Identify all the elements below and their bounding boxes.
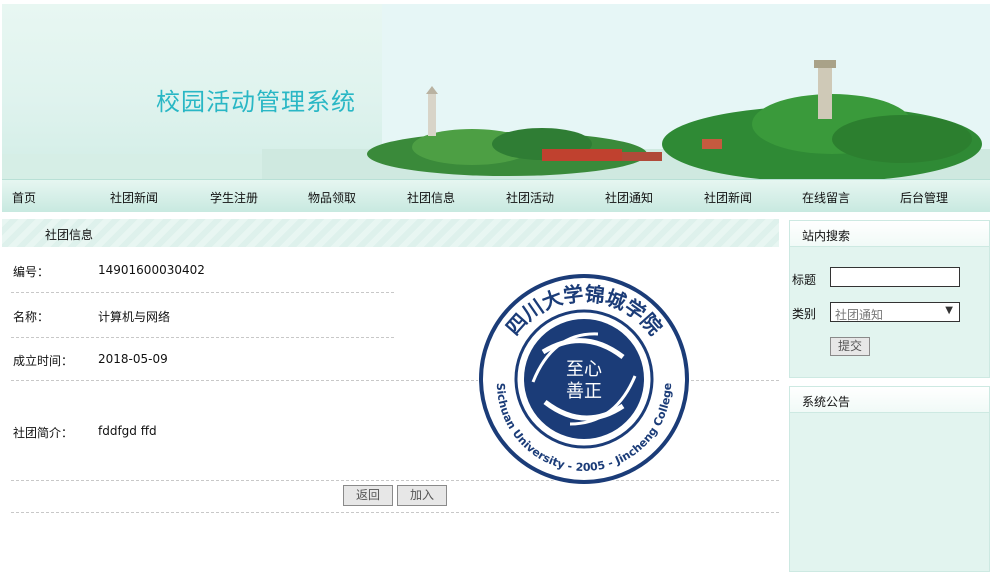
nav-club-activity[interactable]: 社团活动 bbox=[506, 189, 554, 206]
field-intro-label: 社团简介： bbox=[13, 426, 74, 440]
nav-online-message[interactable]: 在线留言 bbox=[802, 189, 850, 206]
logo-center-top: 至心 bbox=[566, 359, 602, 380]
logo-center-bottom: 善正 bbox=[566, 381, 602, 402]
dropdown-arrow-icon: ▼ bbox=[945, 305, 953, 316]
panel-header: 社团信息 bbox=[2, 219, 779, 247]
field-id-value: 14901600030402 bbox=[98, 263, 205, 277]
search-box-header: 站内搜索 bbox=[790, 221, 989, 247]
divider bbox=[11, 337, 394, 338]
banner-landscape-image bbox=[2, 4, 990, 179]
site-search-box: 站内搜索 标题 类别 社团通知 ▼ 提交 bbox=[789, 220, 990, 378]
notice-box-header: 系统公告 bbox=[790, 387, 989, 413]
nav-club-news-2[interactable]: 社团新闻 bbox=[704, 189, 752, 206]
system-notice-box: 系统公告 bbox=[789, 386, 990, 572]
join-button[interactable]: 加入 bbox=[397, 485, 447, 506]
search-category-select[interactable]: 社团通知 ▼ bbox=[830, 302, 960, 322]
field-founded-label: 成立时间： bbox=[13, 354, 74, 368]
nav-club-info[interactable]: 社团信息 bbox=[407, 189, 455, 206]
search-title-input[interactable] bbox=[830, 267, 960, 287]
field-intro-value: fddfgd ffd bbox=[98, 424, 157, 438]
divider bbox=[11, 512, 779, 513]
divider bbox=[11, 292, 394, 293]
search-box-title: 站内搜索 bbox=[802, 229, 851, 243]
college-seal-icon: 四川大学锦城学院 Sichuan University - 2005 - Jin… bbox=[478, 273, 690, 485]
college-logo: 四川大学锦城学院 Sichuan University - 2005 - Jin… bbox=[473, 272, 695, 486]
panel-title: 社团信息 bbox=[45, 228, 94, 242]
main-navigation: 首页 社团新闻 学生注册 物品领取 社团信息 社团活动 社团通知 社团新闻 在线… bbox=[2, 179, 990, 212]
nav-home[interactable]: 首页 bbox=[12, 189, 36, 206]
notice-box-title: 系统公告 bbox=[802, 395, 851, 409]
field-id-label: 编号： bbox=[13, 265, 50, 279]
nav-student-register[interactable]: 学生注册 bbox=[210, 189, 258, 206]
nav-club-news[interactable]: 社团新闻 bbox=[110, 189, 158, 206]
nav-item-pickup[interactable]: 物品领取 bbox=[308, 189, 356, 206]
site-title: 校园活动管理系统 bbox=[156, 88, 356, 116]
field-name-label: 名称： bbox=[13, 310, 50, 324]
search-category-value: 社团通知 bbox=[835, 308, 884, 322]
search-submit-button[interactable]: 提交 bbox=[830, 337, 870, 356]
field-founded-value: 2018-05-09 bbox=[98, 352, 168, 366]
club-info-panel: 社团信息 编号： 14901600030402 名称： 计算机与网络 成立时间：… bbox=[2, 219, 779, 581]
search-category-label: 类别 bbox=[792, 307, 817, 321]
nav-admin[interactable]: 后台管理 bbox=[900, 189, 948, 206]
search-title-label: 标题 bbox=[792, 273, 817, 287]
field-name-value: 计算机与网络 bbox=[98, 310, 171, 324]
site-banner: 校园活动管理系统 bbox=[2, 4, 990, 179]
back-button[interactable]: 返回 bbox=[343, 485, 393, 506]
nav-club-notice[interactable]: 社团通知 bbox=[605, 189, 653, 206]
